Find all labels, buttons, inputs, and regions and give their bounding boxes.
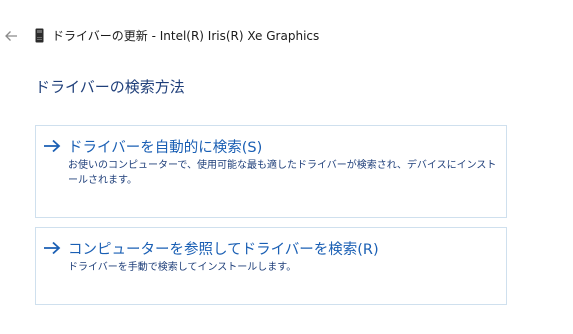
- window-title: ドライバーの更新 - Intel(R) Iris(R) Xe Graphics: [52, 29, 320, 43]
- back-arrow-icon[interactable]: [4, 28, 18, 42]
- search-automatically-button[interactable]: ドライバーを自動的に検索(S) お使いのコンピューターで、使用可能な最も適したド…: [35, 125, 507, 218]
- arrow-right-icon: [43, 138, 61, 154]
- option-title: コンピューターを参照してドライバーを検索(R): [68, 242, 379, 258]
- browse-computer-button[interactable]: コンピューターを参照してドライバーを検索(R) ドライバーを手動で検索してインス…: [35, 227, 507, 305]
- page-heading: ドライバーの検索方法: [35, 78, 185, 96]
- update-driver-dialog: ドライバーの更新 - Intel(R) Iris(R) Xe Graphics …: [0, 0, 573, 334]
- device-icon: [35, 28, 44, 43]
- option-description: お使いのコンピューターで、使用可能な最も適したドライバーが検索され、デバイスにイ…: [68, 160, 497, 186]
- option-description: ドライバーを手動で検索してインストールします。: [68, 262, 297, 273]
- arrow-right-icon: [43, 240, 61, 256]
- option-title: ドライバーを自動的に検索(S): [68, 140, 263, 156]
